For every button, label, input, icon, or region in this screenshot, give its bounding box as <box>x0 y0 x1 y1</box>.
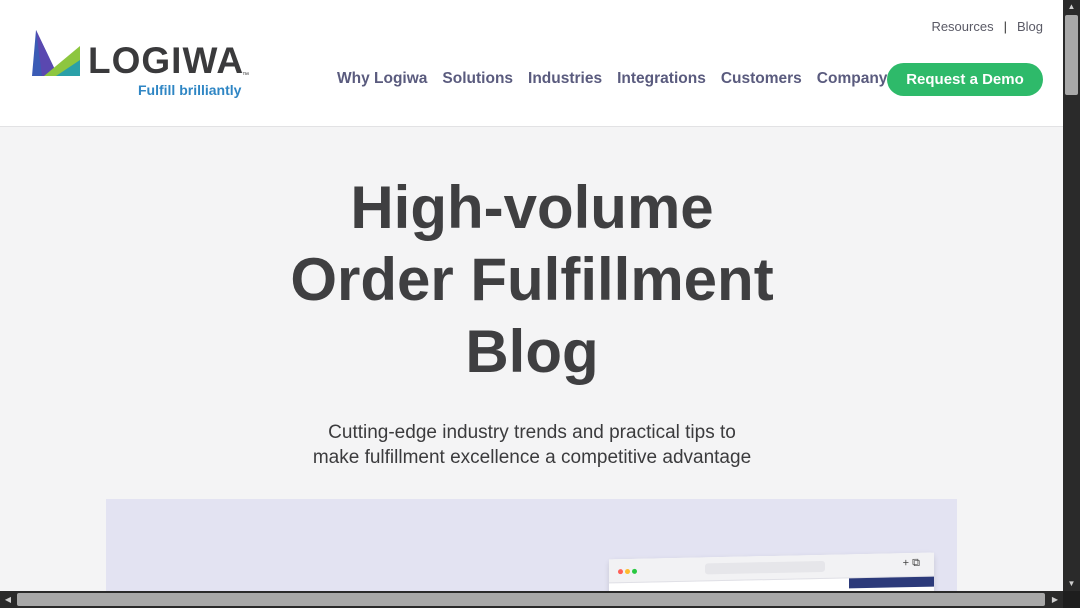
browser-mockup-header-strip <box>849 576 934 589</box>
horizontal-scrollbar[interactable]: ◀ ▶ <box>0 591 1063 608</box>
logo-trademark: ™ <box>242 72 249 79</box>
scrollbar-corner <box>1063 591 1080 608</box>
main-nav: Why Logiwa Solutions Industries Integrat… <box>337 70 887 88</box>
util-link-blog[interactable]: Blog <box>1017 19 1043 34</box>
scroll-up-arrow-icon[interactable]: ▲ <box>1063 0 1080 14</box>
title-line: Blog <box>465 318 599 385</box>
scroll-left-arrow-icon[interactable]: ◀ <box>0 591 16 608</box>
subtitle-line: make fulfillment excellence a competitiv… <box>312 447 752 468</box>
scroll-right-arrow-icon[interactable]: ▶ <box>1047 591 1063 608</box>
nav-item-industries[interactable]: Industries <box>528 70 602 88</box>
nav-item-customers[interactable]: Customers <box>721 70 802 88</box>
util-separator: | <box>1003 19 1007 34</box>
nav-item-integrations[interactable]: Integrations <box>617 70 706 88</box>
horizontal-scroll-thumb[interactable] <box>17 593 1045 606</box>
browser-mockup: + ⧉ <box>609 552 934 591</box>
util-link-resources[interactable]: Resources <box>931 19 993 34</box>
nav-item-why-logiwa[interactable]: Why Logiwa <box>337 70 427 88</box>
maximize-dot-icon <box>632 568 637 574</box>
subtitle-line: Cutting-edge industry trends and practic… <box>328 422 736 443</box>
page-subtitle: Cutting-edge industry trends and practic… <box>282 420 782 470</box>
title-line: Order Fulfillment <box>290 246 774 313</box>
logo-link[interactable]: LOGIWA ™ Fulfill brilliantly <box>32 30 252 102</box>
utility-nav: Resources | Blog <box>931 19 1043 34</box>
nav-item-company[interactable]: Company <box>817 70 888 88</box>
logo-tagline: Fulfill brilliantly <box>138 82 242 98</box>
hero-illustration: + ⧉ <box>106 499 957 591</box>
logo-wordmark: LOGIWA <box>88 40 245 81</box>
close-dot-icon <box>618 569 623 575</box>
nav-item-solutions[interactable]: Solutions <box>442 70 513 88</box>
vertical-scroll-thumb[interactable] <box>1065 15 1078 95</box>
page-title: High-volume Order Fulfillment Blog <box>232 172 832 388</box>
minimize-dot-icon <box>625 568 630 575</box>
title-line: High-volume <box>350 174 714 241</box>
address-bar <box>705 560 825 575</box>
page-viewport: LOGIWA ™ Fulfill brilliantly Resources |… <box>0 0 1063 591</box>
logo-mark-icon <box>32 30 80 76</box>
vertical-scrollbar[interactable]: ▲ ▼ <box>1063 0 1080 591</box>
scroll-down-arrow-icon[interactable]: ▼ <box>1063 577 1080 591</box>
browser-mockup-icons: + ⧉ <box>902 556 920 570</box>
site-header: LOGIWA ™ Fulfill brilliantly Resources |… <box>0 0 1063 127</box>
request-demo-button[interactable]: Request a Demo <box>887 63 1043 96</box>
